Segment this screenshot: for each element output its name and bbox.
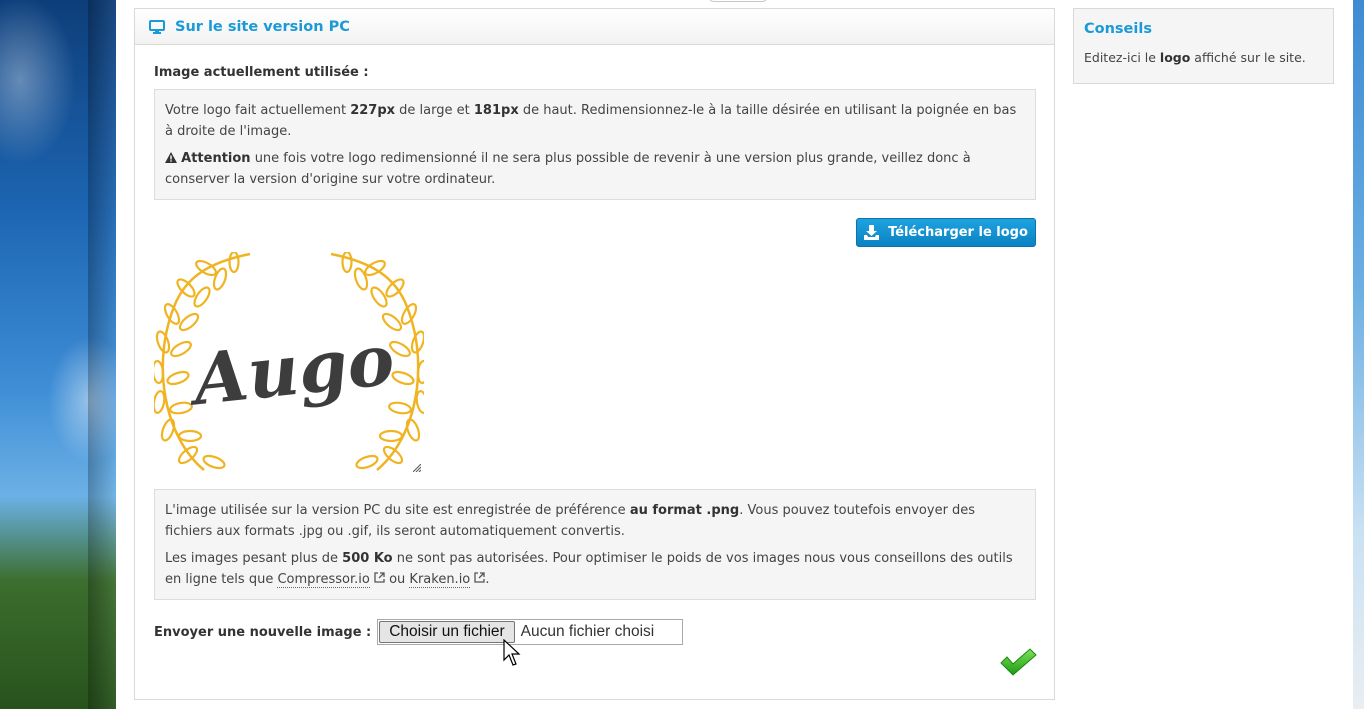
download-logo-label: Télécharger le logo — [888, 225, 1028, 240]
tips-text-2: affiché sur le site. — [1190, 50, 1306, 65]
tips-text: Editez-ici le logo affiché sur le site. — [1084, 50, 1323, 65]
upload-label: Envoyer une nouvelle image : — [154, 624, 372, 640]
tips-panel: Conseils Editez-ici le logo affiché sur … — [1073, 8, 1334, 84]
logo-image[interactable]: Augo — [151, 250, 430, 473]
format-paragraph: L'image utilisée sur la version PC du si… — [165, 500, 1025, 542]
submit-check-icon[interactable] — [999, 647, 1037, 677]
weight-text-1: Les images pesant plus de — [165, 551, 343, 566]
warning-text: une fois votre logo redimensionné il ne … — [165, 151, 971, 187]
warning-paragraph: Attention une fois votre logo redimensio… — [165, 148, 1025, 190]
size-text-2: de large et — [395, 103, 474, 118]
upload-row: Envoyer une nouvelle image : Choisir un … — [154, 619, 684, 645]
download-logo-button[interactable]: Télécharger le logo — [856, 218, 1036, 247]
warning-strong: Attention — [181, 151, 251, 166]
size-paragraph: Votre logo fait actuellement 227px de la… — [165, 100, 1025, 142]
top-tab[interactable] — [708, 0, 768, 2]
weight-limit: 500 Ko — [342, 551, 393, 566]
panel-title: Sur le site version PC — [175, 18, 350, 35]
panel-header: Sur le site version PC — [135, 9, 1054, 45]
laurel-wreath-logo: Augo — [151, 250, 430, 471]
file-status: Aucun fichier choisi — [520, 623, 655, 640]
tips-text-1: Editez-ici le — [1084, 50, 1160, 65]
kraken-link[interactable]: Kraken.io — [409, 572, 471, 588]
warning-icon — [165, 152, 177, 163]
logo-panel: Sur le site version PC Image actuellemen… — [134, 8, 1055, 700]
current-image-label: Image actuellement utilisée : — [154, 65, 369, 80]
download-icon — [864, 225, 880, 240]
weight-text-end: . — [485, 572, 490, 587]
file-input[interactable]: Choisir un fichier Aucun fichier choisi — [377, 619, 684, 645]
desktop-background-left — [0, 0, 116, 709]
logo-text: Augo — [184, 318, 398, 422]
choose-file-button[interactable]: Choisir un fichier — [379, 621, 515, 643]
logo-size-info: Votre logo fait actuellement 227px de la… — [154, 89, 1036, 200]
tips-title: Conseils — [1084, 21, 1152, 37]
logo-height-value: 181px — [473, 103, 519, 118]
format-info: L'image utilisée sur la version PC du si… — [154, 489, 1036, 600]
external-link-icon — [374, 572, 385, 583]
tips-strong: logo — [1159, 50, 1191, 65]
format-strong: au format .png — [629, 503, 740, 518]
mouse-cursor-icon — [503, 639, 521, 666]
external-link-icon — [474, 572, 486, 583]
desktop-background-right — [1353, 0, 1364, 709]
monitor-icon — [149, 19, 165, 34]
weight-text-or: ou — [384, 572, 410, 587]
page-content: Sur le site version PC Image actuellemen… — [116, 0, 1353, 709]
logo-width-value: 227px — [350, 103, 396, 118]
weight-paragraph: Les images pesant plus de 500 Ko ne sont… — [165, 548, 1025, 590]
compressor-link[interactable]: Compressor.io — [277, 572, 370, 588]
format-text-1: L'image utilisée sur la version PC du si… — [165, 503, 630, 518]
size-text-1: Votre logo fait actuellement — [165, 103, 351, 118]
resize-handle-icon[interactable] — [413, 464, 421, 472]
